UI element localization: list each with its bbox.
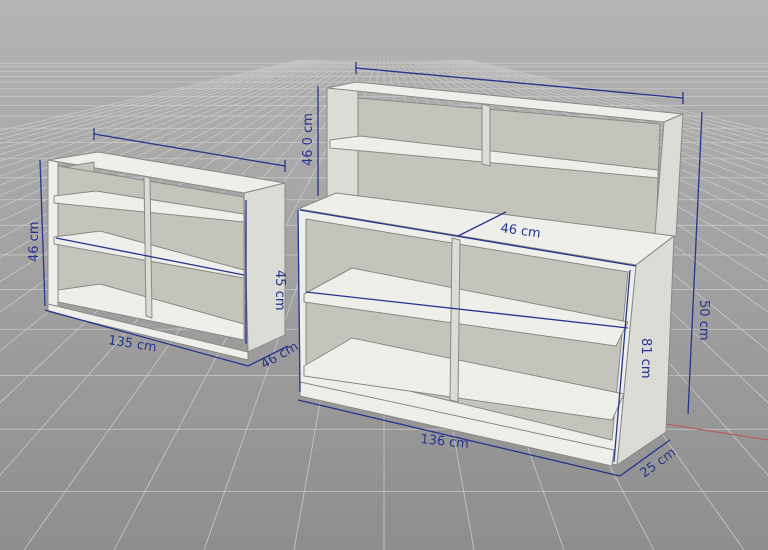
hutch-divider [481,103,491,167]
label-base-height: 81 cm [638,338,653,379]
drawing-svg: 135 cm 46 cm 45 cm 46 cm 46 0 cm 46 cm 5… [0,0,768,550]
base-divider [449,237,461,403]
technical-drawing-canvas: 135 cm 46 cm 45 cm 46 cm 46 0 cm 46 cm 5… [0,0,768,550]
label-total-height: 50 cm [696,300,711,341]
label-small-height: 46 cm [27,222,42,263]
label-small-inner-height: 45 cm [272,270,287,311]
label-hutch-height: 46 0 cm [301,113,316,166]
small-shelf-left-panel [47,159,59,309]
large-unit [297,81,684,467]
small-shelf-side [243,182,286,353]
